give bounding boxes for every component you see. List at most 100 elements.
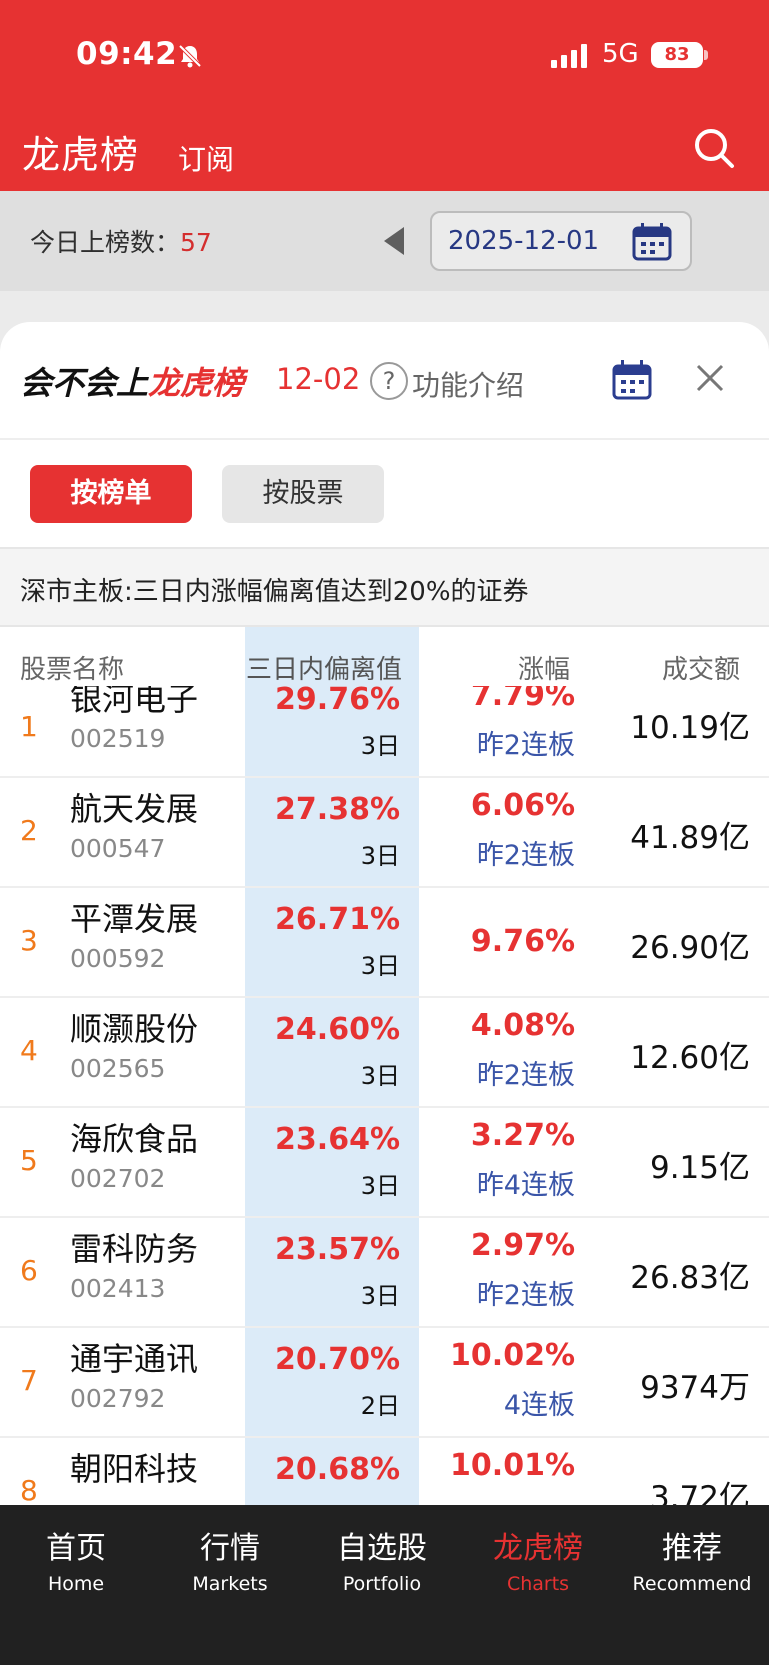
stock-code: 000547 <box>70 834 166 863</box>
deviation-days: 2日 <box>360 1392 400 1420</box>
turnover-amount: 9.15亿 <box>649 1150 750 1186</box>
bottom-sheet: 会不会上龙虎榜 12-02 ? 功能介绍 按榜单 按股票 深市主板:三日内涨幅偏… <box>0 322 769 1505</box>
stock-code: 002792 <box>70 1384 166 1413</box>
limit-up-streak: 昨4连板 <box>476 1170 575 1201</box>
deviation-days: 3日 <box>360 732 400 760</box>
app-header: 09:42 5G 83 龙虎榜 订阅 <box>0 0 769 191</box>
turnover-amount: 26.90亿 <box>630 930 750 966</box>
table-row[interactable]: 7 通宇通讯 002792 20.70% 2日 10.02% 4连板 9374万 <box>0 1328 769 1438</box>
stock-name: 航天发展 <box>70 790 199 828</box>
row-rank: 7 <box>20 1364 38 1397</box>
bottom-nav: 首页 Home 行情 Markets 自选股 Portfolio 龙虎榜 Cha… <box>0 1505 769 1665</box>
column-header-name[interactable]: 股票名称 <box>20 649 124 686</box>
nav-home[interactable]: 首页 Home <box>6 1523 146 1595</box>
deviation-days: 3日 <box>360 1172 400 1200</box>
table-row[interactable]: 5 海欣食品 002702 23.64% 3日 3.27% 昨4连板 9.15亿 <box>0 1108 769 1218</box>
row-rank: 2 <box>20 814 38 847</box>
battery-tip <box>704 50 708 60</box>
nav-markets[interactable]: 行情 Markets <box>160 1523 300 1595</box>
signal-icon <box>551 44 587 68</box>
stock-name: 顺灏股份 <box>70 1010 199 1048</box>
change-value: 6.06% <box>470 788 575 823</box>
nav-sublabel: Recommend <box>632 1573 752 1595</box>
change-value: 9.76% <box>470 924 575 959</box>
close-icon[interactable] <box>690 358 730 398</box>
stock-table: 1 银河电子 002519 29.76% 3日 7.79% 昨2连板 10.19… <box>0 686 769 1505</box>
column-header-change[interactable]: 涨幅 <box>518 649 570 686</box>
status-time: 09:42 <box>76 36 178 72</box>
deviation-days: 3日 <box>360 1282 400 1310</box>
stock-name: 雷科防务 <box>70 1230 199 1268</box>
deviation-days: 3日 <box>360 1062 400 1090</box>
sheet-date: 12-02 <box>276 362 361 396</box>
deviation-value: 24.60% <box>275 1012 400 1047</box>
row-rank: 8 <box>20 1474 38 1505</box>
turnover-amount: 26.83亿 <box>630 1260 750 1296</box>
network-type: 5G <box>602 39 639 69</box>
nav-label: 首页 <box>46 1531 106 1566</box>
row-rank: 5 <box>20 1144 38 1177</box>
nav-portfolio[interactable]: 自选股 Portfolio <box>312 1523 452 1595</box>
nav-sublabel: Home <box>47 1573 105 1595</box>
deviation-value: 20.68% <box>275 1452 400 1487</box>
nav-label: 龙虎榜 <box>493 1531 583 1566</box>
table-row[interactable]: 6 雷科防务 002413 23.57% 3日 2.97% 昨2连板 26.83… <box>0 1218 769 1328</box>
nav-recommend[interactable]: 推荐 Recommend <box>622 1523 762 1595</box>
nav-label: 自选股 <box>337 1531 427 1566</box>
limit-up-streak: 昨2连板 <box>476 840 575 871</box>
turnover-amount: 9374万 <box>640 1370 750 1406</box>
table-row[interactable]: 1 银河电子 002519 29.76% 3日 7.79% 昨2连板 10.19… <box>0 686 769 778</box>
stock-name: 朝阳科技 <box>70 1450 199 1488</box>
stock-code: 002565 <box>70 1054 166 1083</box>
sheet-header: 会不会上龙虎榜 12-02 ? 功能介绍 <box>0 322 769 440</box>
deviation-value: 29.76% <box>275 686 400 717</box>
by-list-button[interactable]: 按榜单 <box>30 465 192 523</box>
stock-code: 002519 <box>70 724 166 753</box>
column-header-amount[interactable]: 成交额 <box>662 649 740 686</box>
feature-intro-link[interactable]: 功能介绍 <box>412 364 524 404</box>
subscribe-link[interactable]: 订阅 <box>178 138 234 178</box>
nav-label: 推荐 <box>662 1531 722 1566</box>
row-rank: 4 <box>20 1034 38 1067</box>
table-row[interactable]: 8 朝阳科技 20.68% 10.01% 3.72亿 <box>0 1438 769 1505</box>
deviation-days: 3日 <box>360 952 400 980</box>
column-header-deviation[interactable]: 三日内偏离值 <box>246 649 402 686</box>
nav-sublabel: Charts <box>506 1573 570 1595</box>
row-rank: 1 <box>20 710 38 743</box>
deviation-value: 20.70% <box>275 1342 400 1377</box>
change-value: 3.27% <box>470 1118 575 1153</box>
by-stock-button[interactable]: 按股票 <box>222 465 384 523</box>
stock-name: 海欣食品 <box>70 1120 199 1158</box>
stock-name: 银河电子 <box>70 686 199 718</box>
change-value: 2.97% <box>470 1228 575 1263</box>
deviation-value: 27.38% <box>275 792 400 827</box>
nav-sublabel: Portfolio <box>342 1573 422 1595</box>
bell-muted-icon <box>178 44 202 68</box>
category-banner: 深市主板:三日内涨幅偏离值达到20%的证券 <box>0 547 769 627</box>
battery-icon: 83 <box>651 42 703 68</box>
nav-label: 行情 <box>200 1531 260 1566</box>
calendar-icon[interactable] <box>612 360 652 400</box>
help-icon[interactable]: ? <box>370 362 408 400</box>
sheet-title: 会不会上龙虎榜 <box>20 364 245 402</box>
search-icon[interactable] <box>692 126 736 170</box>
table-row[interactable]: 3 平潭发展 000592 26.71% 3日 9.76% 26.90亿 <box>0 888 769 998</box>
category-label: 深市主板:三日内涨幅偏离值达到20%的证券 <box>20 577 529 607</box>
limit-up-streak: 昨2连板 <box>476 1280 575 1311</box>
stock-code: 000592 <box>70 944 166 973</box>
stock-name: 平潭发展 <box>70 900 199 938</box>
deviation-value: 23.64% <box>275 1122 400 1157</box>
deviation-days: 3日 <box>360 842 400 870</box>
stock-code: 002702 <box>70 1164 166 1193</box>
deviation-value: 26.71% <box>275 902 400 937</box>
nav-charts[interactable]: 龙虎榜 Charts <box>468 1523 608 1595</box>
stock-code: 002413 <box>70 1274 166 1303</box>
page-title: 龙虎榜 <box>22 133 140 177</box>
limit-up-streak: 昨2连板 <box>476 1060 575 1091</box>
row-rank: 3 <box>20 924 38 957</box>
table-row[interactable]: 2 航天发展 000547 27.38% 3日 6.06% 昨2连板 41.89… <box>0 778 769 888</box>
change-value: 4.08% <box>470 1008 575 1043</box>
nav-sublabel: Markets <box>192 1573 268 1595</box>
table-row[interactable]: 4 顺灏股份 002565 24.60% 3日 4.08% 昨2连板 12.60… <box>0 998 769 1108</box>
limit-up-streak: 4连板 <box>503 1390 575 1421</box>
